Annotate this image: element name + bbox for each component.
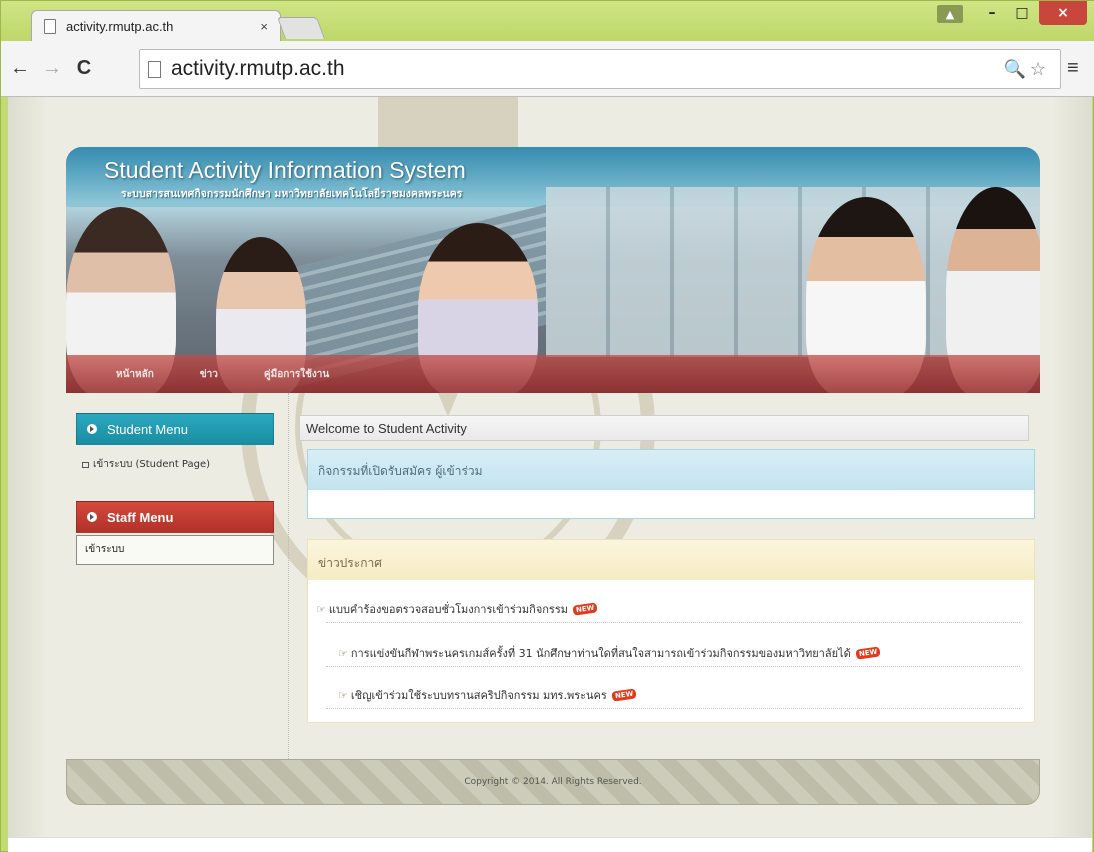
page-viewport: Student Activity Information System ระบบ… [8,97,1092,837]
news-item[interactable]: ☞ แบบคำร้องขอตรวจสอบชั่วโมงการเข้าร่วมกิ… [316,600,598,618]
open-activities-panel: กิจกรรมที่เปิดรับสมัคร ผู้เข้าร่วม [307,449,1035,519]
chrome-menu-icon[interactable]: ≡ [1067,57,1079,80]
pointing-hand-icon: ☞ [316,602,326,616]
status-strip [8,837,1092,852]
close-window-button[interactable]: × [1039,1,1087,25]
page-icon [44,19,56,34]
news-item[interactable]: ☞ เชิญเข้าร่วมใช้ระบบทรานสคริปกิจกรรม มท… [338,686,637,704]
arrow-circle-icon [87,424,97,434]
reload-button[interactable]: C [71,57,97,80]
header-banner: Student Activity Information System ระบบ… [66,147,1040,393]
site-container: Student Activity Information System ระบบ… [66,147,1040,807]
minimize-button[interactable]: – [979,1,1005,25]
site-subtitle: ระบบสารสนเทศกิจกรรมนักศึกษา มหาวิทยาลัยเ… [121,188,463,200]
address-bar[interactable]: activity.rmutp.ac.th 🔍☆ [139,49,1061,89]
forward-button[interactable]: → [39,57,65,80]
pointing-hand-icon: ☞ [338,646,348,660]
divider [326,708,1020,709]
new-badge-icon: NEW [611,688,637,702]
pointing-hand-icon: ☞ [338,688,348,702]
staff-menu-header[interactable]: Staff Menu [76,501,274,533]
new-badge-icon: NEW [855,646,881,660]
nav-news[interactable]: ข่าว [200,367,218,382]
browser-toolbar: ← → C activity.rmutp.ac.th 🔍☆ ≡ [1,41,1094,97]
new-tab-button[interactable] [276,17,326,39]
welcome-bar: Welcome to Student Activity [299,415,1029,441]
new-badge-icon: NEW [572,602,598,616]
nav-manual[interactable]: คู่มือการใช้งาน [264,367,329,382]
news-item-text[interactable]: เชิญเข้าร่วมใช้ระบบทรานสคริปกิจกรรม มทร.… [351,686,607,704]
copyright-text: Copyright © 2014. All Rights Reserved. [464,777,642,787]
close-tab-icon[interactable]: × [260,19,268,34]
open-activities-title: กิจกรรมที่เปิดรับสมัคร ผู้เข้าร่วม [308,450,1034,490]
student-menu-label: Student Menu [107,421,188,437]
staff-menu-label: Staff Menu [107,509,174,525]
news-item[interactable]: ☞ การแข่งขันกีฬาพระนครเกมส์ครั้งที่ 31 น… [338,644,881,662]
footer: Copyright © 2014. All Rights Reserved. [66,759,1040,805]
maximize-button[interactable]: □ [1009,1,1035,25]
sidebar: Student Menu เข้าระบบ (Student Page) Sta… [66,393,288,763]
student-login-link[interactable]: เข้าระบบ (Student Page) [82,457,210,472]
user-icon[interactable]: ▲ [937,5,963,23]
main-nav: หน้าหลัก ข่าว คู่มือการใช้งาน [66,355,1040,393]
divider [326,622,1020,623]
divider [326,666,1020,667]
tab-title: activity.rmutp.ac.th [66,19,174,34]
news-item-text[interactable]: แบบคำร้องขอตรวจสอบชั่วโมงการเข้าร่วมกิจก… [329,600,568,618]
student-login-label: เข้าระบบ (Student Page) [93,459,211,470]
arrow-circle-icon [87,512,97,522]
main-content: Welcome to Student Activity กิจกรรมที่เป… [288,393,1040,763]
news-item-text[interactable]: การแข่งขันกีฬาพระนครเกมส์ครั้งที่ 31 นัก… [351,644,851,662]
bullet-icon [82,461,89,468]
nav-home[interactable]: หน้าหลัก [116,367,154,382]
zoom-bookmark-icons[interactable]: 🔍☆ [1003,59,1050,80]
back-button[interactable]: ← [7,57,33,80]
url-text[interactable]: activity.rmutp.ac.th [171,57,1003,81]
browser-tab[interactable]: activity.rmutp.ac.th × [31,10,281,42]
staff-login-link[interactable]: เข้าระบบ [76,535,274,565]
title-bar: activity.rmutp.ac.th × ▲ – □ × [1,1,1094,42]
page-icon [148,60,161,78]
site-title: Student Activity Information System [104,157,466,183]
student-menu-header[interactable]: Student Menu [76,413,274,445]
news-title: ข่าวประกาศ [308,540,1034,580]
news-panel: ข่าวประกาศ ☞ แบบคำร้องขอตรวจสอบชั่วโมงกา… [307,539,1035,723]
